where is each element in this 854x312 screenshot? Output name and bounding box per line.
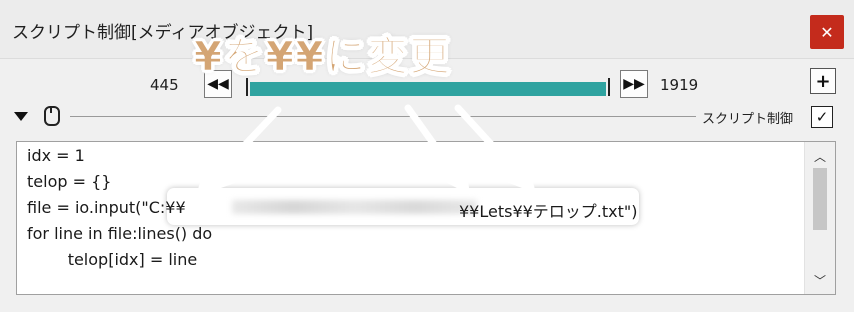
arrow-right — [454, 104, 537, 194]
arrow-left — [195, 106, 282, 198]
arrow-middle — [404, 104, 471, 196]
annotation-caption: ¥を¥¥に変更 — [194, 34, 452, 81]
